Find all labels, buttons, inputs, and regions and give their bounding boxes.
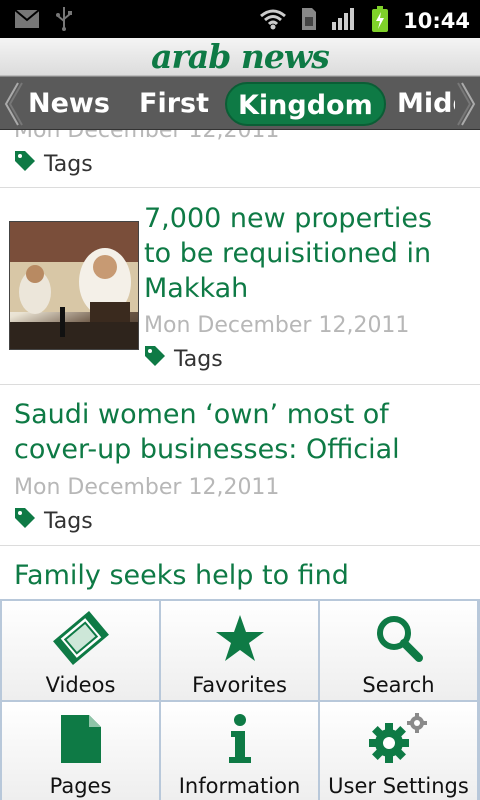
sim-icon [301, 7, 317, 35]
arab-news-logo: arab news [151, 37, 330, 76]
article-date: Mon December 12,2011 [144, 313, 410, 338]
tags-link[interactable]: Tags [14, 504, 93, 538]
menu-item-search[interactable]: Search [320, 601, 477, 700]
article-headline[interactable]: Family seeks help to find [14, 558, 454, 593]
list-item[interactable]: Saudi women ‘own’ most of cover-up busin… [0, 385, 480, 546]
wifi-icon [259, 8, 287, 34]
tab-first[interactable]: First [139, 82, 209, 126]
tag-icon [144, 345, 166, 373]
clock: 10:44 [403, 9, 470, 33]
tags-label: Tags [44, 151, 93, 177]
app-header: arab news [0, 38, 480, 76]
section-tabs[interactable]: News First Kingdom Middle East [0, 76, 480, 130]
film-icon [2, 609, 159, 667]
chevron-right-icon[interactable] [456, 77, 480, 129]
list-item[interactable]: Mon December 12,2011 Tags [0, 130, 480, 188]
tag-icon [14, 507, 36, 535]
status-bar: 10:44 [0, 0, 480, 38]
menu-label: User Settings [328, 774, 469, 798]
signal-icon [331, 8, 357, 34]
menu-label: Information [178, 774, 301, 798]
page-icon [2, 710, 159, 768]
menu-item-favorites[interactable]: Favorites [161, 601, 318, 700]
menu-item-videos[interactable]: Videos [2, 601, 159, 700]
tags-label: Tags [44, 508, 93, 534]
list-item[interactable]: Family seeks help to find [0, 546, 480, 600]
article-headline[interactable]: Saudi women ‘own’ most of cover-up busin… [14, 397, 454, 467]
battery-charging-icon [371, 6, 389, 36]
star-icon [161, 609, 318, 667]
menu-item-user-settings[interactable]: User Settings [320, 702, 477, 800]
menu-label: Search [362, 673, 435, 697]
menu-item-information[interactable]: Information [161, 702, 318, 800]
options-menu: Videos Favorites Search Pages Informatio… [0, 599, 480, 800]
tags-link[interactable]: Tags [144, 342, 223, 376]
usb-icon [56, 7, 72, 35]
info-icon [161, 710, 318, 768]
tab-middle-east[interactable]: Middle East [397, 82, 455, 126]
tag-icon [14, 150, 36, 178]
tab-kingdom[interactable]: Kingdom [225, 82, 386, 126]
article-thumbnail [9, 221, 139, 350]
menu-label: Pages [49, 774, 112, 798]
chevron-left-icon[interactable] [0, 77, 24, 129]
article-headline[interactable]: 7,000 new properties to be requisitioned… [144, 201, 464, 306]
article-date: Mon December 12,2011 [14, 475, 280, 500]
menu-item-pages[interactable]: Pages [2, 702, 159, 800]
list-item[interactable]: 7,000 new properties to be requisitioned… [0, 188, 480, 385]
tags-link[interactable]: Tags [14, 147, 93, 181]
search-icon [320, 609, 477, 667]
tags-label: Tags [174, 346, 223, 372]
gears-icon [320, 710, 477, 768]
menu-label: Favorites [192, 673, 287, 697]
mail-icon [14, 9, 40, 33]
article-list[interactable]: Mon December 12,2011 Tags 7,000 new prop… [0, 130, 480, 600]
menu-label: Videos [45, 673, 116, 697]
article-date: Mon December 12,2011 [14, 130, 280, 143]
tab-news[interactable]: News [28, 82, 110, 126]
